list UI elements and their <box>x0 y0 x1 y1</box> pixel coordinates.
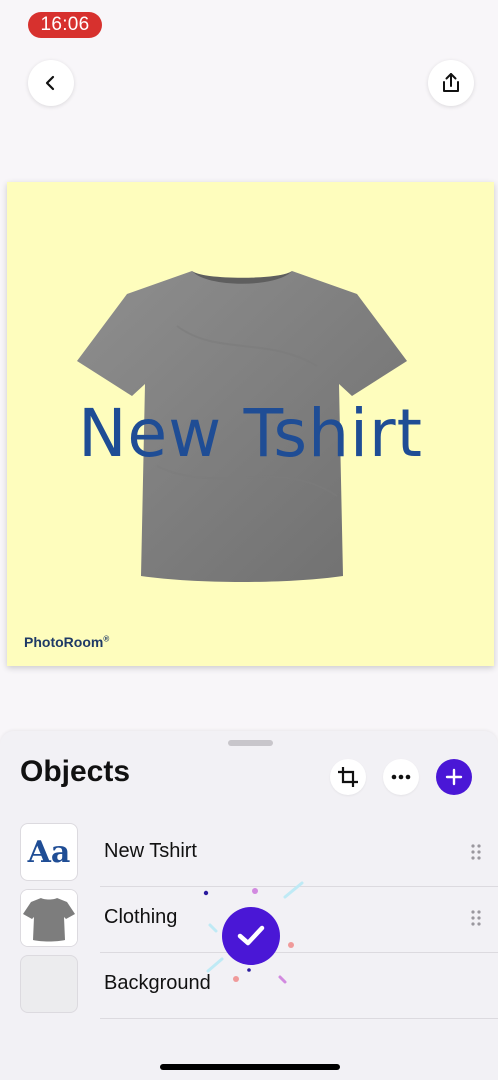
crop-button[interactable] <box>330 759 366 795</box>
plus-icon <box>445 768 463 786</box>
objects-title: Objects <box>20 755 131 788</box>
checkmark-icon <box>237 925 265 946</box>
drag-handle-icon[interactable] <box>470 909 482 927</box>
add-object-button[interactable] <box>436 759 472 795</box>
chevron-left-icon <box>45 75 55 91</box>
photo-canvas[interactable]: New Tshirt PhotoRoom® <box>7 182 494 666</box>
photoroom-watermark: PhotoRoom® <box>24 634 109 650</box>
status-time: 16:06 <box>28 12 102 38</box>
row-divider <box>100 1018 498 1019</box>
object-label: Background <box>104 972 211 994</box>
more-options-button[interactable] <box>383 759 419 795</box>
object-label: New Tshirt <box>104 840 197 862</box>
text-thumbnail: Aa <box>20 823 78 881</box>
back-button[interactable] <box>28 60 74 106</box>
drag-handle-icon[interactable] <box>470 843 482 861</box>
objects-panel: Objects Aa New Tshirt Clothing Backgroun… <box>0 731 498 1080</box>
object-row-text[interactable]: Aa New Tshirt <box>0 821 498 887</box>
sheet-grabber[interactable] <box>228 740 273 746</box>
share-icon <box>443 73 459 92</box>
background-thumbnail <box>20 955 78 1013</box>
object-label: Clothing <box>104 906 178 928</box>
tshirt-thumbnail-image <box>21 890 77 946</box>
canvas-title-text[interactable]: New Tshirt <box>12 394 489 474</box>
success-badge <box>222 907 280 965</box>
home-indicator[interactable] <box>160 1064 340 1070</box>
share-button[interactable] <box>428 60 474 106</box>
watermark-text: PhotoRoom <box>24 634 104 650</box>
crop-icon <box>338 767 358 787</box>
clothing-thumbnail <box>20 889 78 947</box>
more-icon <box>391 774 411 780</box>
watermark-mark: ® <box>103 634 110 644</box>
